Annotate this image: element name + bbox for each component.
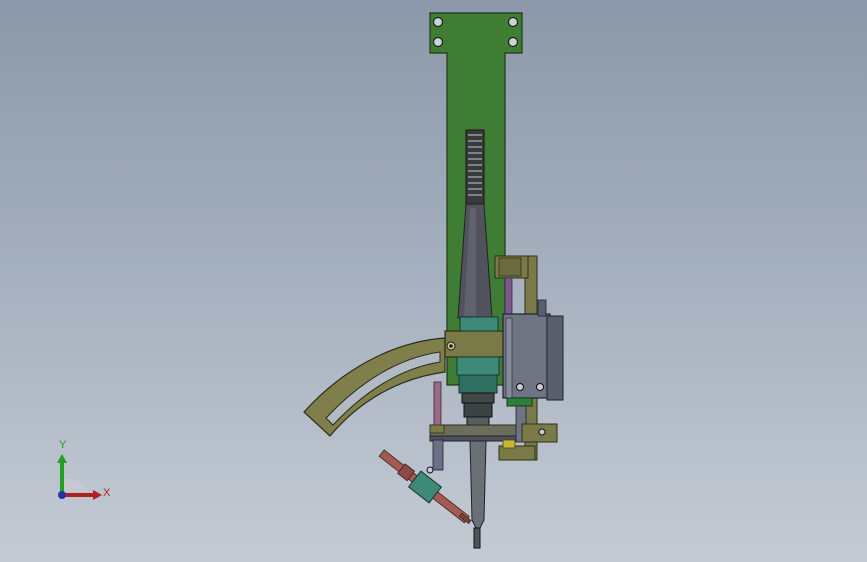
clamp-bolt-center xyxy=(449,344,453,348)
triad-graphic xyxy=(57,454,102,500)
locator-pin-sleeve xyxy=(432,439,444,471)
spindle-nut xyxy=(461,392,495,404)
guide-rod-upper xyxy=(504,277,513,317)
y-axis-head xyxy=(57,454,67,463)
coordinate-triad[interactable]: Y X xyxy=(40,439,120,510)
tool-tip xyxy=(473,527,481,549)
spindle-collet xyxy=(463,402,493,418)
cylinder-rod-block[interactable] xyxy=(506,397,533,407)
cylinder-end-cap xyxy=(546,315,564,401)
yellow-spacer xyxy=(502,439,516,449)
cylinder-fitting xyxy=(537,299,547,317)
pin-pivot-bolt xyxy=(426,466,434,474)
spindle-housing[interactable] xyxy=(456,356,500,376)
spindle-housing-lower xyxy=(458,374,498,394)
y-axis-label: Y xyxy=(59,439,67,451)
cylinder-rail xyxy=(505,317,513,399)
spindle-collar[interactable] xyxy=(459,316,499,332)
z-axis-origin xyxy=(58,491,66,499)
cad-assembly-model[interactable] xyxy=(0,0,867,562)
cylinder-bolt-1 xyxy=(516,383,524,391)
locator-pin-post[interactable] xyxy=(433,381,442,427)
x-axis-head xyxy=(93,490,102,500)
cylinder-bolt-2 xyxy=(536,383,544,391)
clevis-pin xyxy=(538,428,546,436)
tool-bit[interactable] xyxy=(469,440,487,529)
top-block-face xyxy=(498,257,522,277)
angled-tool-pin[interactable] xyxy=(376,445,477,530)
locator-pin-base xyxy=(429,424,445,434)
motor-heatsink xyxy=(465,129,485,205)
triad-plane xyxy=(62,478,88,492)
x-axis-label: X xyxy=(103,487,111,499)
graphics-viewport[interactable]: Y X xyxy=(0,0,867,562)
